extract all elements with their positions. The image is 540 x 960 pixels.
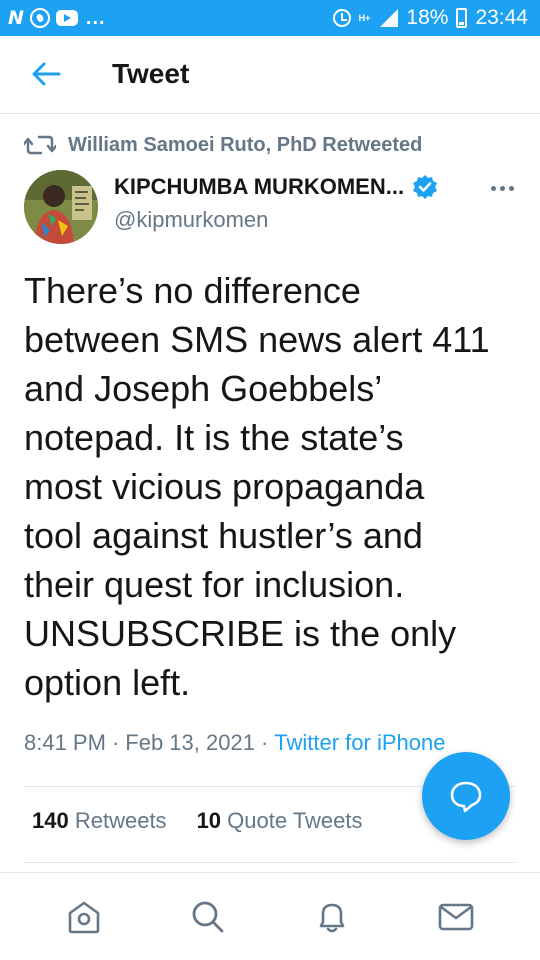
arrow-left-icon [32, 62, 61, 86]
clock-time: 23:44 [475, 6, 528, 29]
more-dot [499, 185, 505, 191]
notifications-icon [319, 903, 345, 932]
more-dot [508, 185, 514, 191]
nav-search[interactable] [178, 887, 238, 947]
tweet-date: Feb 13, 2021 [125, 730, 255, 755]
nav-notifications[interactable] [302, 887, 362, 947]
more-dot [490, 185, 496, 191]
top-app-bar: Tweet [0, 36, 540, 114]
avatar-image [24, 170, 98, 244]
battery-icon [456, 8, 468, 28]
tweet-text: There’s no difference between SMS news a… [24, 270, 490, 703]
retweets-label: Retweets [74, 808, 167, 833]
quote-tweets-label: Quote Tweets [227, 808, 363, 833]
compose-reply-icon [450, 781, 482, 813]
retweet-context-text: William Samoei Ruto, PhD Retweeted [68, 133, 423, 156]
retweet-context[interactable]: William Samoei Ruto, PhD Retweeted [24, 132, 422, 158]
notification-n-icon: N [8, 7, 24, 29]
reply-fab-button[interactable] [422, 752, 510, 840]
divider [24, 862, 516, 863]
more-notifications-indicator: ... [85, 6, 106, 29]
quote-tweets-count: 10 [196, 808, 222, 833]
whatsapp-icon [29, 8, 50, 28]
retweets-stat[interactable]: 140 Retweets [32, 808, 167, 834]
messages-icon [438, 903, 474, 930]
tweet-source-link[interactable]: Twitter for iPhone [274, 730, 445, 755]
status-bar-system: H+ 18% 23:44 [332, 6, 528, 30]
more-options-button[interactable] [484, 176, 520, 200]
nav-home[interactable] [54, 887, 114, 947]
meta-separator: · [111, 730, 120, 755]
bottom-navigation [0, 872, 540, 960]
battery-percentage: 18% [406, 6, 449, 29]
status-bar-notifications: N ... [8, 6, 106, 30]
meta-separator: · [260, 730, 269, 755]
tweet-stats: 140 Retweets 10 Quote Tweets [32, 808, 363, 834]
youtube-icon [55, 10, 78, 26]
author-name-row[interactable]: KIPCHUMBA MURKOMEN... [114, 172, 438, 202]
retweet-icon [24, 135, 56, 155]
verified-badge-icon [413, 175, 438, 199]
search-icon [192, 901, 224, 932]
tweet-meta: 8:41 PM · Feb 13, 2021 · Twitter for iPhone [24, 730, 445, 756]
author-name: KIPCHUMBA MURKOMEN... [114, 174, 405, 199]
author-avatar[interactable] [24, 170, 98, 244]
tweet-time: 8:41 PM [24, 730, 106, 755]
quote-tweets-stat[interactable]: 10 Quote Tweets [197, 808, 363, 834]
network-type-indicator: H+ [358, 13, 371, 23]
alarm-icon [332, 9, 351, 27]
home-icon [68, 901, 100, 933]
signal-icon [378, 9, 399, 27]
nav-messages[interactable] [426, 887, 486, 947]
retweets-count: 140 [32, 808, 69, 833]
page-title: Tweet [112, 58, 190, 89]
status-bar: N ... H+ 18% 23:44 [0, 0, 540, 36]
back-button[interactable] [24, 54, 68, 94]
author-handle[interactable]: @kipmurkomen [114, 207, 268, 233]
